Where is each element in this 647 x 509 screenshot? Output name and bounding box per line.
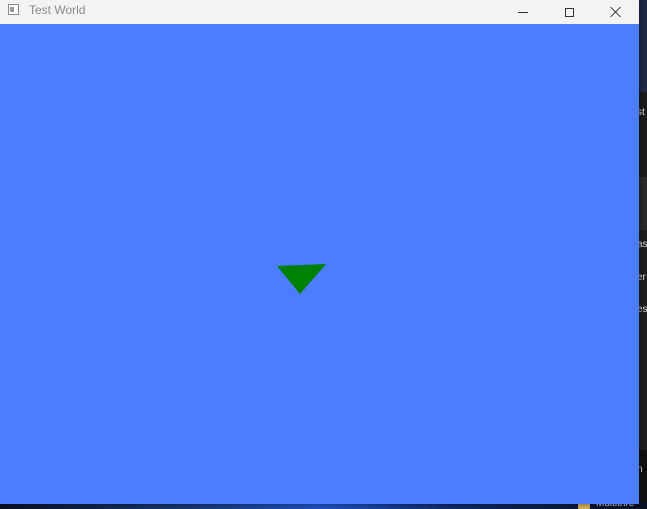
render-viewport[interactable] — [0, 24, 639, 504]
app-window-icon — [8, 4, 19, 15]
render-canvas — [277, 264, 326, 294]
title-bar[interactable]: Test World — [0, 0, 639, 25]
app-window: Test World — [0, 0, 639, 504]
background-window-strip — [639, 0, 647, 509]
window-title: Test World — [29, 3, 86, 17]
close-icon — [610, 6, 622, 18]
close-button[interactable] — [593, 0, 639, 24]
maximize-button[interactable] — [546, 0, 592, 24]
maximize-icon — [564, 7, 574, 17]
minimize-button[interactable] — [500, 0, 546, 24]
green-triangle — [277, 264, 326, 294]
minimize-icon — [518, 11, 528, 13]
